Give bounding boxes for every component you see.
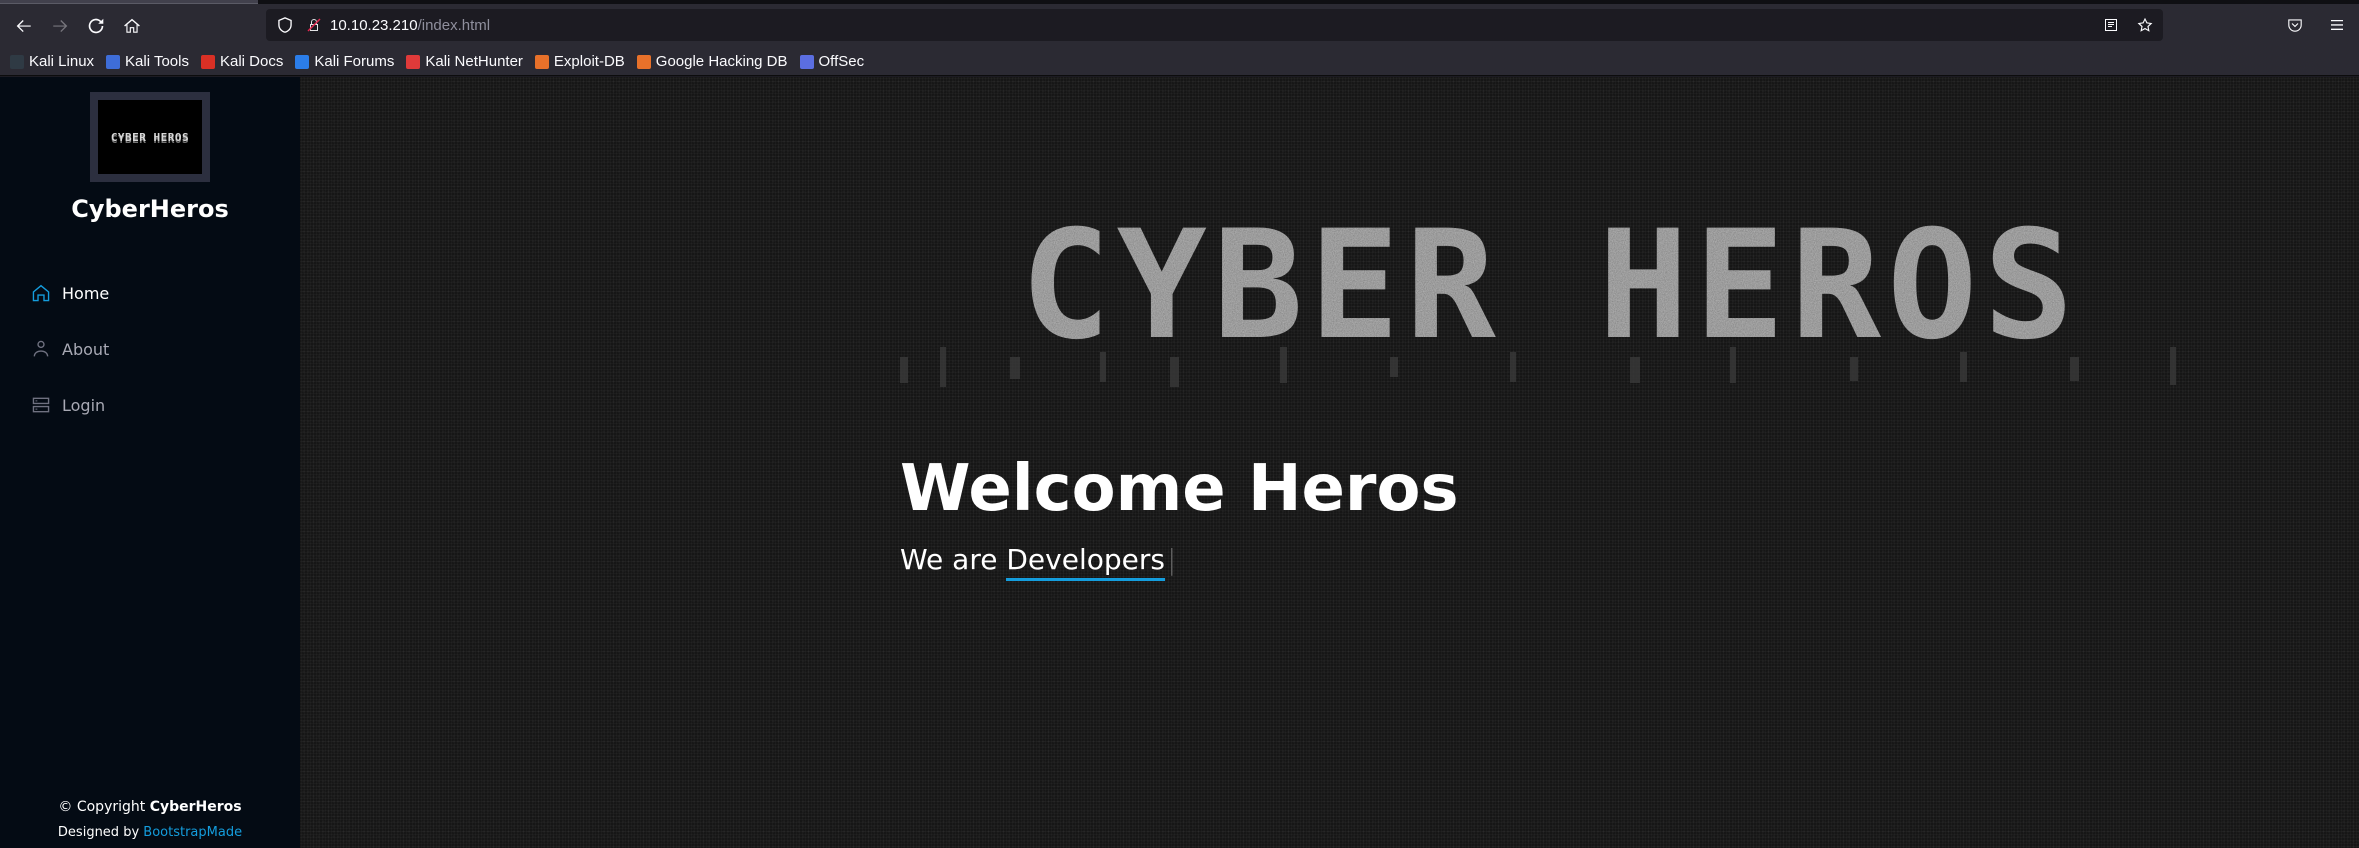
hero-subtitle-prefix: We are	[900, 543, 1007, 576]
bookmark-star-icon[interactable]	[2135, 15, 2155, 35]
bookmark-item[interactable]: OffSec	[799, 53, 865, 70]
bookmark-favicon-icon	[534, 54, 549, 69]
shield-icon[interactable]	[276, 16, 294, 34]
forward-button[interactable]	[42, 8, 78, 44]
sidebar: CYBER HEROS CyberHeros Home About Login …	[0, 77, 300, 848]
hero-banner-text: CYBER HEROS	[1020, 207, 2079, 373]
bookmarks-toolbar: Kali Linux Kali Tools Kali Docs Kali Forums…	[0, 48, 2359, 76]
bookmark-label: Kali Linux	[29, 53, 95, 70]
bookmark-favicon-icon	[406, 54, 421, 69]
typed-cursor: |	[1166, 543, 1177, 576]
browser-toolbar: 10.10.23.210/index.html	[0, 4, 2359, 48]
site-name[interactable]: CyberHeros	[0, 195, 300, 223]
pocket-icon[interactable]	[2285, 15, 2305, 35]
home-button[interactable]	[114, 8, 150, 44]
logo-text: CYBER HEROS	[110, 130, 190, 144]
home-icon	[124, 18, 140, 33]
bookmark-favicon-icon	[106, 54, 121, 69]
bookmark-item[interactable]: Kali Tools	[106, 53, 189, 70]
bookmark-label: Kali Docs	[219, 53, 284, 70]
url-host: 10.10.23.210	[330, 16, 418, 34]
reader-view-icon[interactable]	[2101, 15, 2121, 35]
bookmark-item[interactable]: Kali NetHunter	[406, 53, 523, 70]
reload-icon	[88, 18, 104, 34]
nav-item-home[interactable]: Home	[30, 265, 109, 321]
arrow-right-icon	[53, 20, 68, 32]
home-icon	[32, 284, 50, 302]
sidebar-footer: © Copyright CyberHeros Designed by Boots…	[0, 794, 300, 846]
bookmark-item[interactable]: Exploit-DB	[534, 53, 625, 70]
bookmark-label: OffSec	[818, 53, 865, 70]
bookmark-label: Exploit-DB	[553, 53, 625, 70]
copyright-name: CyberHeros	[149, 799, 242, 815]
credits: Designed by BootstrapMade	[0, 820, 300, 846]
bookmark-favicon-icon	[636, 54, 651, 69]
nav-item-about[interactable]: About	[30, 321, 109, 377]
copyright-prefix: © Copyright	[58, 799, 150, 815]
bookmark-favicon-icon	[200, 54, 215, 69]
bookmark-favicon-icon	[295, 54, 310, 69]
profile-logo: CYBER HEROS	[90, 92, 210, 182]
nav-menu: Home About Login	[30, 265, 109, 433]
address-bar[interactable]: 10.10.23.210/index.html	[266, 9, 2163, 41]
bookmark-label: Google Hacking DB	[655, 53, 788, 70]
bookmark-label: Kali Tools	[125, 53, 189, 70]
menu-icon[interactable]	[2327, 15, 2347, 35]
insecure-lock-icon[interactable]	[306, 17, 322, 33]
back-button[interactable]	[6, 8, 42, 44]
bookmark-item[interactable]: Kali Forums	[295, 53, 394, 70]
designer-link[interactable]: BootstrapMade	[143, 825, 242, 840]
nav-label-about: About	[62, 339, 110, 359]
hero-banner-image: CYBER HEROS	[900, 207, 2176, 387]
arrow-left-icon	[16, 20, 31, 32]
bookmark-item[interactable]: Kali Linux	[10, 53, 94, 70]
url-path: /index.html	[417, 16, 491, 34]
hero-title: Welcome Heros	[900, 452, 1459, 526]
bookmark-label: Kali NetHunter	[425, 53, 523, 70]
copyright: © Copyright CyberHeros	[0, 794, 300, 820]
page-content: CYBER HEROS CyberHeros Home About Login …	[0, 77, 2359, 848]
reload-button[interactable]	[78, 8, 114, 44]
bookmark-item[interactable]: Google Hacking DB	[636, 53, 788, 70]
bookmark-item[interactable]: Kali Docs	[200, 53, 284, 70]
bookmark-label: Kali Forums	[314, 53, 395, 70]
designed-by: Designed by	[57, 825, 144, 840]
typed-text: Developers	[1006, 543, 1165, 581]
hero-subtitle: We are Developers|	[900, 543, 1177, 581]
person-icon	[33, 340, 49, 357]
nav-label-home: Home	[62, 283, 110, 303]
nav-item-login[interactable]: Login	[30, 377, 109, 433]
server-icon	[32, 397, 50, 413]
bookmark-favicon-icon	[799, 54, 814, 69]
url-text: 10.10.23.210/index.html	[330, 17, 490, 34]
bookmark-favicon-icon	[10, 54, 24, 69]
nav-label-login: Login	[62, 395, 106, 415]
